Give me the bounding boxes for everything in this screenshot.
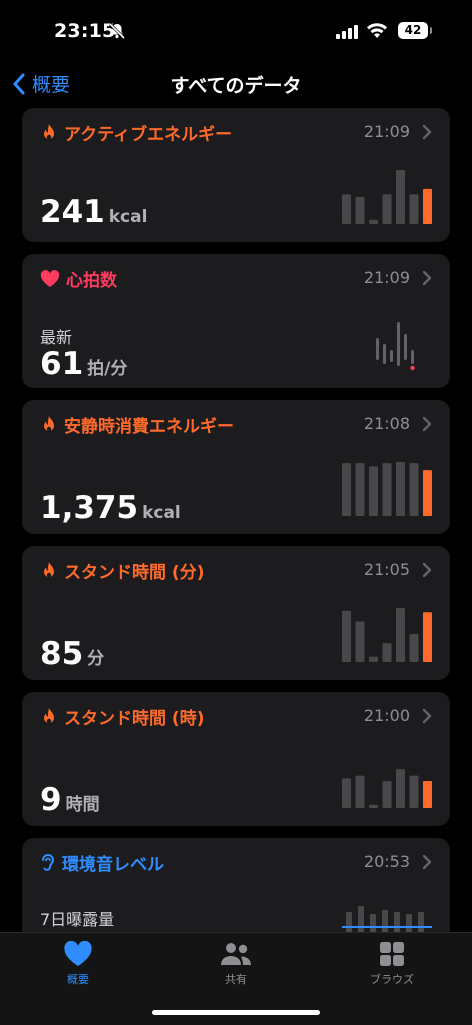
- chevron-right-icon: [422, 124, 432, 140]
- chart-bar: [409, 194, 419, 224]
- chart-bar: [423, 781, 432, 808]
- card-time: 21:00: [363, 706, 410, 725]
- card-time: 20:53: [363, 852, 410, 871]
- chart-bar: [423, 470, 432, 516]
- battery-indicator: 42: [398, 22, 432, 39]
- card-unit: 拍/分: [87, 359, 128, 379]
- chart-bar: [409, 633, 419, 662]
- chart-bar: [355, 775, 365, 808]
- card-title: 環境音レベル: [62, 855, 164, 875]
- mini-bar-chart: [342, 608, 432, 662]
- home-indicator: [152, 1010, 320, 1015]
- chart-bar: [369, 219, 378, 224]
- chart-bar: [409, 775, 419, 808]
- card-value: 241: [40, 194, 105, 230]
- flame-icon: [44, 707, 54, 723]
- card-subtitle: 7日曝露量: [40, 910, 115, 929]
- flame-icon: [44, 415, 54, 431]
- chart-bar: [369, 466, 378, 516]
- card-subtitle: 最新: [40, 328, 73, 347]
- card-title: 心拍数: [66, 271, 117, 291]
- tab-sharing[interactable]: 共有: [176, 941, 296, 987]
- chart-bar: [355, 621, 365, 662]
- cellular-signal-icon: [336, 24, 360, 43]
- navigation-bar: 概要 すべてのデータ: [0, 62, 472, 106]
- chart-bar: [355, 463, 365, 516]
- chart-bar: [342, 463, 351, 516]
- chart-bar: [382, 194, 392, 224]
- ear-icon: [42, 853, 55, 871]
- card-value: 1,375: [40, 490, 139, 526]
- card-time: 21:09: [363, 122, 410, 141]
- chevron-right-icon: [422, 854, 432, 870]
- tab-label: 共有: [225, 973, 247, 986]
- chart-bar: [409, 463, 419, 516]
- flame-icon: [44, 561, 54, 577]
- heart-icon: [64, 941, 92, 966]
- chart-bar: [342, 778, 351, 808]
- card-time: 21:08: [363, 414, 410, 433]
- chevron-right-icon: [422, 708, 432, 724]
- card-resting-energy[interactable]: 安静時消費エネルギー 21:08 1,375 kcal: [22, 400, 450, 534]
- chart-bar: [423, 188, 432, 224]
- chart-bar: [369, 804, 378, 808]
- grid-icon: [380, 942, 404, 966]
- people-icon: [221, 943, 251, 965]
- mini-bar-chart: [342, 462, 432, 516]
- card-stand-minutes[interactable]: スタンド時間 (分) 21:05 85 分: [22, 546, 450, 680]
- card-title: スタンド時間 (時): [64, 709, 205, 729]
- card-title: 安静時消費エネルギー: [64, 417, 234, 437]
- chart-bar: [382, 463, 392, 516]
- card-unit: kcal: [108, 207, 148, 227]
- chevron-right-icon: [422, 562, 432, 578]
- chart-bar: [396, 608, 405, 662]
- flame-icon: [44, 123, 54, 139]
- card-unit: 分: [87, 649, 105, 669]
- card-value: 85: [40, 636, 84, 672]
- sound-level-chart: [342, 906, 432, 934]
- status-time: 23:15: [54, 20, 116, 42]
- heart-rate-range-chart: [376, 322, 415, 371]
- chart-bar: [342, 610, 351, 662]
- status-bar: 23:15 42: [0, 0, 472, 62]
- heart-icon: [40, 269, 60, 287]
- card-unit: 時間: [65, 795, 100, 815]
- chart-bar: [396, 170, 405, 224]
- card-heart-rate[interactable]: 心拍数 21:09 最新 61 拍/分: [22, 254, 450, 388]
- card-value: 61: [40, 346, 84, 382]
- card-title: スタンド時間 (分): [64, 563, 205, 583]
- chevron-right-icon: [422, 416, 432, 432]
- mini-bar-chart: [342, 170, 432, 224]
- card-stand-hours[interactable]: スタンド時間 (時) 21:00 9 時間: [22, 692, 450, 826]
- chart-bar: [382, 643, 392, 662]
- card-active-energy[interactable]: アクティブエネルギー 21:09 241 kcal: [22, 108, 450, 242]
- card-time: 21:09: [363, 268, 410, 287]
- chart-bar: [342, 194, 351, 224]
- page-title: すべてのデータ: [170, 75, 302, 97]
- tab-summary[interactable]: 概要: [18, 941, 138, 987]
- card-time: 21:05: [363, 560, 410, 579]
- wifi-icon: [366, 22, 388, 43]
- card-value: 9: [40, 782, 62, 818]
- tab-label: ブラウズ: [370, 973, 414, 986]
- chart-bar: [396, 462, 405, 516]
- chart-bar: [396, 769, 405, 808]
- chart-bar: [355, 197, 365, 224]
- chart-bar: [369, 656, 378, 662]
- silent-bell-icon: [108, 22, 126, 44]
- chart-bar: [423, 612, 432, 662]
- chevron-right-icon: [422, 270, 432, 286]
- chart-bar: [382, 781, 392, 808]
- tab-browse[interactable]: ブラウズ: [332, 941, 452, 987]
- tab-label: 概要: [67, 973, 89, 986]
- card-title: アクティブエネルギー: [64, 125, 233, 145]
- mini-bar-chart: [342, 769, 432, 808]
- card-unit: kcal: [142, 503, 181, 523]
